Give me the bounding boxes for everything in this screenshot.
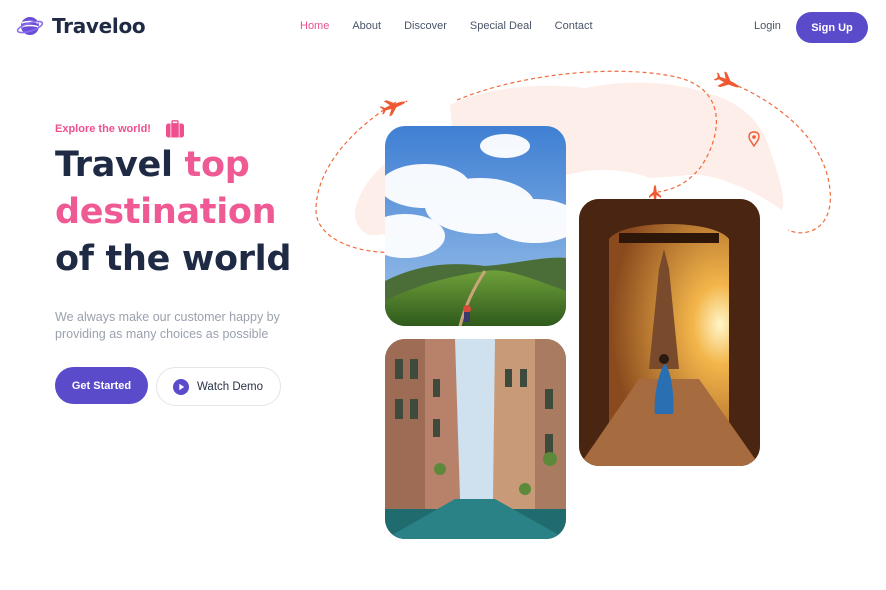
headline-part1: Travel: [55, 145, 185, 185]
headline-accent-top: top: [184, 145, 250, 185]
hero-headline: Travel top destination of the world: [55, 142, 291, 283]
temple-sunset-photo: [579, 199, 760, 466]
nav-item-contact[interactable]: Contact: [555, 20, 593, 32]
watch-demo-button[interactable]: Watch Demo: [156, 367, 281, 406]
eyebrow-text: Explore the world!: [55, 123, 151, 135]
nav-item-discover[interactable]: Discover: [404, 20, 447, 32]
airplane-icon: [713, 71, 739, 88]
hero-eyebrow: Explore the world!: [55, 120, 185, 138]
signup-button[interactable]: Sign Up: [796, 12, 868, 43]
nav-item-special-deal[interactable]: Special Deal: [470, 20, 532, 32]
nav-item-home[interactable]: Home: [300, 20, 329, 32]
play-icon: [173, 378, 189, 395]
hero-lead: We always make our customer happy by pro…: [55, 310, 280, 341]
globe-icon: [16, 17, 44, 35]
venice-canal-photo: [385, 339, 566, 539]
headline-accent-destination: destination: [55, 192, 277, 232]
mountain-trail-photo: [385, 126, 566, 326]
brand-name: Traveloo: [52, 14, 146, 38]
get-started-button[interactable]: Get Started: [55, 367, 148, 404]
login-link[interactable]: Login: [754, 20, 781, 32]
main-nav: Home About Discover Special Deal Contact: [300, 20, 593, 32]
headline-part2: of the world: [55, 239, 292, 279]
watch-demo-label: Watch Demo: [197, 380, 264, 393]
suitcase-icon: [165, 120, 184, 138]
airplane-icon: [379, 100, 408, 117]
brand-logo[interactable]: Traveloo: [16, 12, 146, 40]
nav-item-about[interactable]: About: [352, 20, 381, 32]
